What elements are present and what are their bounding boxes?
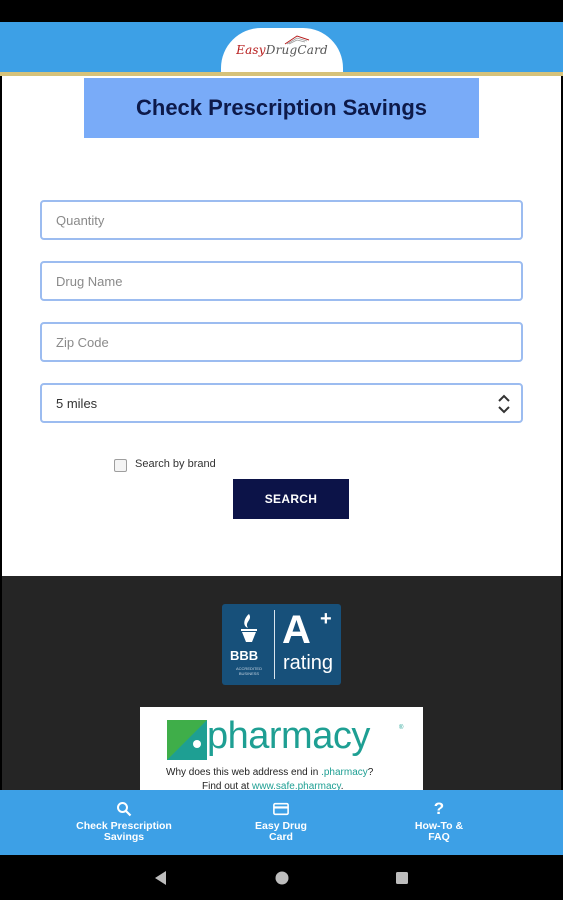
nav-how-to-faq[interactable]: ? How-To & FAQ [389, 790, 489, 855]
back-icon[interactable] [151, 868, 171, 888]
bottom-navigation: Check Prescription Savings Easy Drug Car… [0, 790, 563, 855]
logo-graphic-icon [284, 35, 310, 45]
bbb-rating-word: rating [283, 652, 334, 674]
page-title-banner: Check Prescription Savings [84, 78, 479, 138]
drug-name-input[interactable] [40, 261, 523, 301]
app-logo[interactable]: EasyDrugCard [221, 28, 343, 72]
distance-select[interactable]: 5 miles [40, 383, 523, 423]
footer-badges: BBB ACCREDITED BUSINESS A + rating pharm… [2, 576, 561, 790]
distance-select-value: 5 miles [56, 395, 98, 411]
zip-code-input[interactable] [40, 322, 523, 362]
quantity-input[interactable] [40, 200, 523, 240]
bbb-grade-plus: + [320, 608, 332, 630]
pharmacy-logo-icon [167, 720, 207, 760]
bbb-grade: A [282, 608, 311, 652]
nav-label: Easy Drug Card [255, 820, 307, 843]
bbb-torch-icon [241, 614, 257, 642]
status-bar [0, 0, 563, 22]
nav-easy-drug-card[interactable]: Easy Drug Card [231, 790, 331, 855]
bbb-rating-badge[interactable]: BBB ACCREDITED BUSINESS A + rating [222, 604, 341, 685]
bbb-divider [274, 610, 275, 679]
logo-text: EasyDrugCard [236, 43, 328, 57]
pharmacy-registered-mark: ® [399, 725, 404, 731]
search-by-brand-checkbox[interactable] [114, 459, 127, 472]
nav-label: Check Prescription Savings [76, 820, 172, 843]
home-icon[interactable] [272, 868, 292, 888]
pharmacy-question: Why does this web address end in .pharma… [166, 767, 374, 778]
safe-pharmacy-link[interactable]: www.safe.pharmacy [252, 781, 341, 790]
search-by-brand-label: Search by brand [135, 458, 216, 470]
bbb-name: BBB [230, 648, 259, 663]
card-icon [273, 801, 289, 817]
nav-check-prescription-savings[interactable]: Check Prescription Savings [63, 790, 185, 855]
pharmacy-verification-badge[interactable]: pharmacy ® Why does this web address end… [140, 707, 423, 790]
search-icon [116, 801, 132, 817]
search-button[interactable]: SEARCH [233, 479, 349, 519]
pharmacy-find-out: Find out at www.safe.pharmacy. [202, 781, 344, 790]
bbb-accredited: ACCREDITED BUSINESS [235, 666, 262, 676]
up-down-chevron-icon [498, 394, 510, 414]
question-icon: ? [433, 799, 445, 818]
pharmacy-word: pharmacy [207, 715, 370, 757]
page-title: Check Prescription Savings [136, 95, 427, 120]
nav-label: How-To & FAQ [414, 820, 464, 843]
recents-icon[interactable] [392, 868, 412, 888]
search-form-panel: Check Prescription Savings 5 miles Searc… [2, 76, 561, 576]
system-navigation-bar [0, 855, 563, 900]
